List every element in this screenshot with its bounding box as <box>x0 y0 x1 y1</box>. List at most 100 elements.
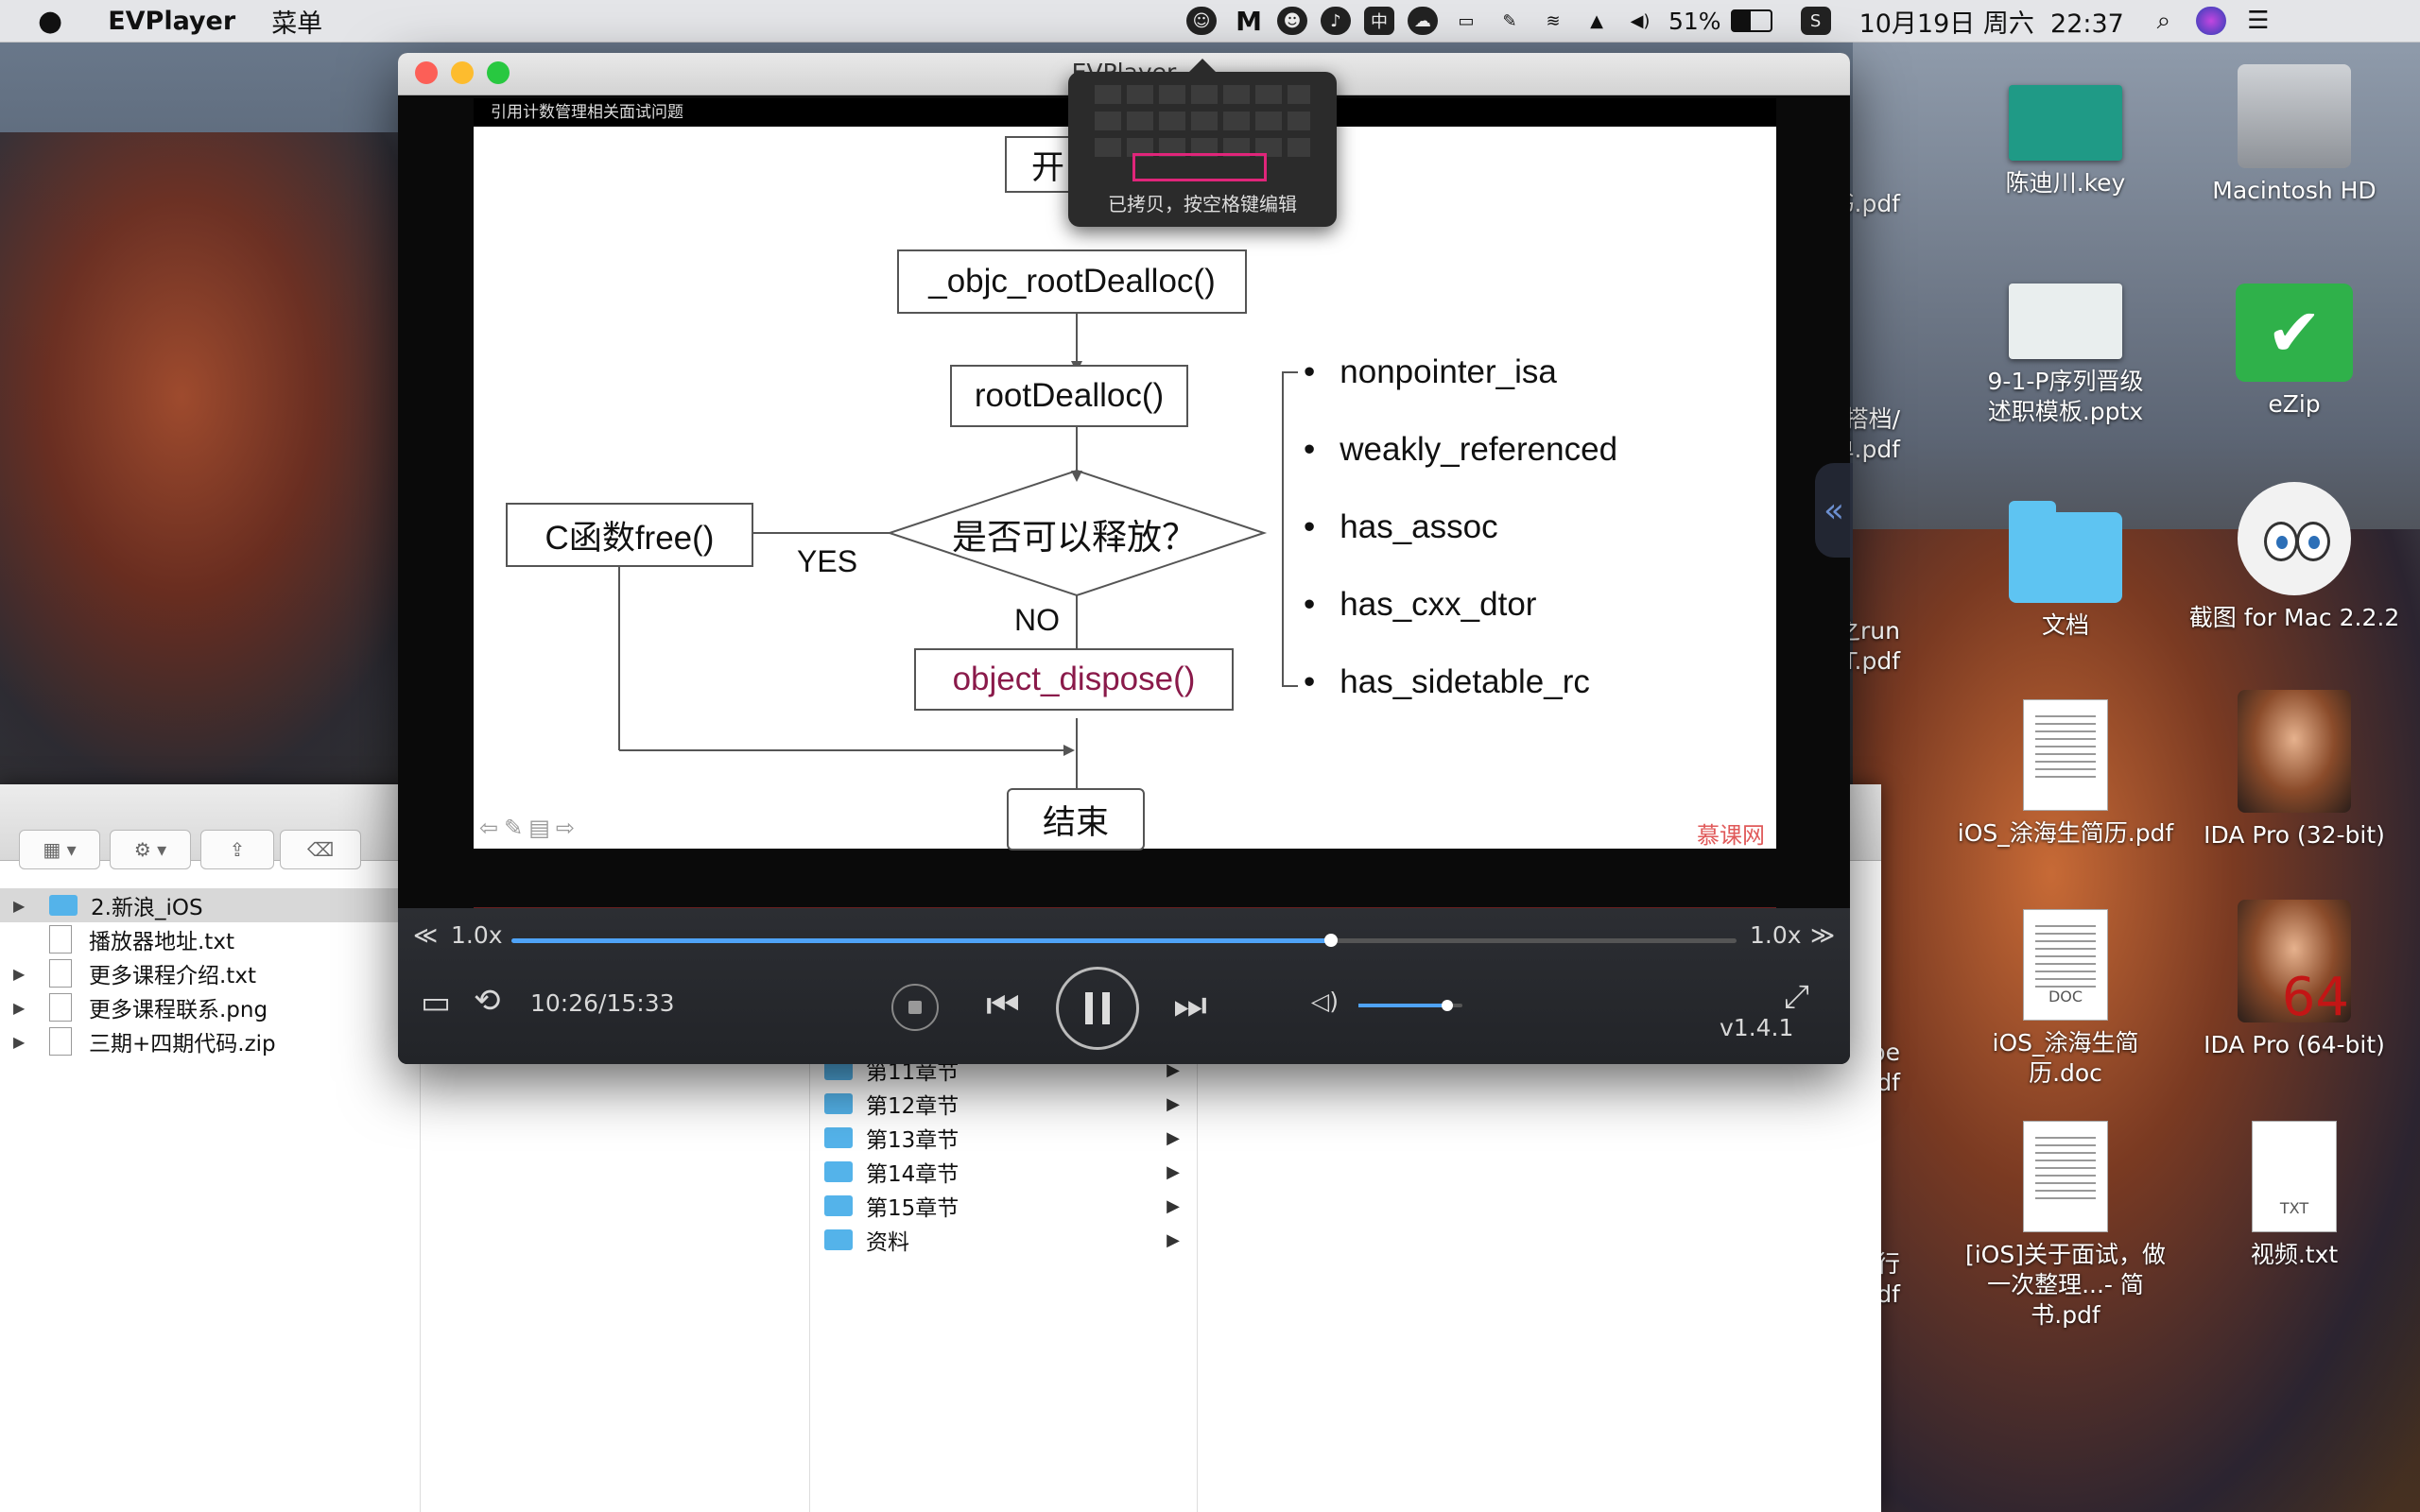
desktop-icon-interview-pdf[interactable]: [iOS]关于面试，做一次整理...- 简书.pdf <box>1957 1121 2174 1331</box>
spotlight-search-icon[interactable]: ⌕ <box>2149 7 2179 35</box>
desktop-icon-video-txt[interactable]: TXT 视频.txt <box>2186 1121 2403 1270</box>
mail-icon[interactable]: M <box>1234 6 1264 37</box>
item-name: 更多课程联系.png <box>89 998 268 1022</box>
tags-button[interactable]: ⌫ <box>280 830 361 869</box>
list-item[interactable]: ▶ 更多课程介绍.txt <box>0 956 256 990</box>
loop-icon[interactable]: ⟲ <box>474 982 501 1020</box>
keynote-file-icon <box>2009 85 2122 161</box>
version-label: v1.4.1 <box>1720 1014 1794 1041</box>
time-display: 10:26/15:33 <box>530 989 675 1017</box>
disclosure-triangle-icon[interactable]: ▶ <box>13 897 32 915</box>
desktop-icon-ida32[interactable]: IDA Pro (32-bit) <box>2186 690 2403 850</box>
next-button[interactable]: ⏭ <box>1173 984 1207 1027</box>
microphone-icon[interactable]: ♪ <box>1321 7 1351 35</box>
action-gear-button[interactable]: ⚙ ▾ <box>110 830 191 869</box>
list-item[interactable]: 资料 ▶ <box>824 1223 1184 1257</box>
previous-button[interactable]: ⏮ <box>986 984 1020 1027</box>
menu-item-menu[interactable]: 菜单 <box>271 3 322 40</box>
airplay-icon[interactable]: ▲ <box>1582 7 1612 35</box>
folder-icon <box>824 1195 853 1216</box>
ezip-icon: ✔ <box>2236 284 2353 382</box>
doc-file-icon: DOC <box>2023 909 2108 1021</box>
status-app-icon[interactable]: ☺ <box>1186 7 1217 35</box>
pause-button[interactable] <box>1056 967 1139 1050</box>
file-type-badge: DOC <box>2048 988 2083 1005</box>
item-name: 第15章节 <box>866 1196 959 1221</box>
notification-center-icon[interactable]: ☰ <box>2243 7 2273 35</box>
player-controls: ≪ 1.0x 1.0x ≫ ▭ ⟲ 10:26/15:33 ⏮ ⏭ ◁) ⤢ v… <box>398 908 1850 1064</box>
app-menu[interactable]: EVPlayer <box>108 7 235 36</box>
collapse-handle[interactable]: « <box>1815 463 1853 558</box>
list-item[interactable]: ▶ 三期+四期代码.zip <box>0 1024 276 1058</box>
open-folder-icon[interactable]: ▭ <box>421 984 451 1022</box>
ida-64-badge: 64 <box>2281 967 2349 1028</box>
desktop-icon-resume-pdf[interactable]: iOS_涂海生简历.pdf <box>1957 699 2174 849</box>
list-item[interactable]: 第15章节 ▶ <box>824 1189 1184 1223</box>
txt-file-icon: TXT <box>2252 1121 2337 1232</box>
speed-up-icon[interactable]: ≫ <box>1810 921 1835 949</box>
desktop-icon-ezip[interactable]: ✔ eZip <box>2186 284 2403 420</box>
desktop-icon-key-file[interactable]: 陈迪川.key <box>1957 85 2174 198</box>
desktop-icon-pptx[interactable]: 9-1-P序列晋级述职模板.pptx <box>1957 284 2174 427</box>
flow-objc-rootdealloc: _objc_rootDealloc() <box>897 249 1247 314</box>
flow-yes-label: YES <box>797 544 858 578</box>
display-icon[interactable]: ▭ <box>1451 7 1481 35</box>
bullet-item: nonpointer_isa <box>1304 353 1557 391</box>
desktop-icon-label: IDA Pro (64-bit) <box>2204 1031 2385 1058</box>
item-name: 2.新浪_iOS <box>91 896 203 920</box>
text-file-icon <box>49 959 72 988</box>
desktop-icon-macintosh-hd[interactable]: Macintosh HD <box>2186 64 2403 206</box>
item-name: 第14章节 <box>866 1162 959 1187</box>
folder-icon <box>2009 501 2122 603</box>
desktop-icon-label: 陈迪川.key <box>2005 169 2126 197</box>
desktop-icon-documents-folder[interactable]: 文档 <box>1957 501 2174 641</box>
battery-icon[interactable] <box>1730 9 1772 32</box>
list-item[interactable]: 第13章节 ▶ <box>824 1121 1184 1155</box>
volume-icon[interactable]: ◀) <box>1625 7 1655 35</box>
list-item[interactable]: 第14章节 ▶ <box>824 1155 1184 1189</box>
list-item[interactable]: ▶ 更多课程联系.png <box>0 990 268 1024</box>
disclosure-triangle-icon[interactable]: ▶ <box>13 1033 32 1051</box>
folder-icon <box>49 895 78 916</box>
pdf-file-icon <box>2023 699 2108 811</box>
video-frame[interactable]: 开 _objc_rootDealloc() rootDealloc() 是否可以… <box>474 127 1776 850</box>
desktop-icon-ida64[interactable]: 64 IDA Pro (64-bit) <box>2186 900 2403 1060</box>
disclosure-triangle-icon[interactable]: ▶ <box>13 999 32 1017</box>
list-item[interactable]: 播放器地址.txt <box>0 922 234 956</box>
speed-down-icon[interactable]: ≪ <box>413 921 438 949</box>
volume-icon[interactable]: ◁) <box>1311 988 1339 1015</box>
list-item[interactable]: 第12章节 ▶ <box>824 1087 1184 1121</box>
pause-icon <box>1085 992 1110 1024</box>
evernote-icon[interactable]: ✎ <box>1495 7 1525 35</box>
face-icon[interactable]: ☻ <box>1277 7 1307 35</box>
ida-pro-64-icon: 64 <box>2238 900 2351 1028</box>
fullscreen-icon[interactable]: ⤢ <box>1784 978 1809 1016</box>
list-item[interactable]: ▶ 2.新浪_iOS <box>0 888 420 922</box>
script-app-icon[interactable]: S <box>1800 7 1831 35</box>
view-options-button[interactable]: ▦ ▾ <box>19 830 100 869</box>
folder-icon <box>824 1161 853 1182</box>
desktop-icon-label: 视频.txt <box>2250 1241 2339 1268</box>
flow-decision: 是否可以释放？ <box>952 518 1197 557</box>
zip-file-icon <box>49 1027 72 1056</box>
desktop-icon-jietu[interactable]: 截图 for Mac 2.2.2 <box>2186 482 2403 633</box>
volume-knob[interactable] <box>1441 1000 1453 1011</box>
desktop-icon-resume-doc[interactable]: DOC iOS_涂海生简历.doc <box>1957 909 2174 1089</box>
desktop-icon-label: iOS_涂海生简历.pdf <box>1957 819 2174 847</box>
bullet-item: has_assoc <box>1304 508 1497 546</box>
cloud-icon[interactable]: ☁ <box>1408 7 1438 35</box>
desktop-icon-label: 9-1-P序列晋级述职模板.pptx <box>1987 368 2144 425</box>
input-method-icon[interactable]: 中 <box>1364 7 1394 35</box>
slide-nav-icons[interactable]: ⇦✎▤⇨ <box>479 815 580 841</box>
progress-track[interactable] <box>511 934 1737 947</box>
finder-column-1: ▶ 2.新浪_iOS 播放器地址.txt ▶ 更多课程介绍.txt ▶ 更多课程… <box>0 888 421 1512</box>
stop-button[interactable] <box>891 984 939 1031</box>
disclosure-triangle-icon[interactable]: ▶ <box>13 965 32 983</box>
volume-track[interactable] <box>1358 1000 1462 1011</box>
clock[interactable]: 10月19日 周六 22:37 <box>1859 3 2124 40</box>
progress-knob[interactable] <box>1324 934 1339 947</box>
apple-menu-icon[interactable]: ● <box>38 5 62 38</box>
siri-icon[interactable] <box>2195 7 2226 35</box>
wifi-icon[interactable]: ≋ <box>1538 7 1568 35</box>
share-button[interactable]: ⇪ <box>200 830 274 869</box>
